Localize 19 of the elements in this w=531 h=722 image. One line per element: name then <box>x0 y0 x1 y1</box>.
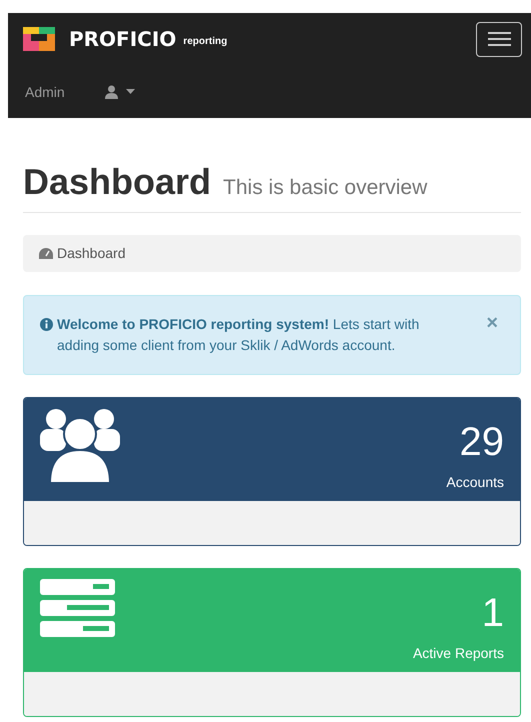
brand-name[interactable]: PROFICIO <box>69 27 176 51</box>
list-icon <box>40 578 115 637</box>
caret-icon[interactable] <box>126 89 135 94</box>
page-subtitle: This is basic overview <box>223 176 428 200</box>
info-icon <box>40 318 53 331</box>
brand-subtitle: reporting <box>183 36 228 46</box>
stat-label: Active Reports <box>412 644 504 661</box>
breadcrumb-item[interactable]: Dashboard <box>57 245 126 262</box>
dashboard-gauge-icon <box>39 248 53 259</box>
users-icon <box>40 408 120 483</box>
logo-icon <box>23 27 55 51</box>
admin-link[interactable]: Admin <box>25 84 65 100</box>
menu-button[interactable] <box>476 22 522 56</box>
alert-message: Welcome to PROFICIO reporting system! Lets start with adding some client from your Sklik / AdWords account. <box>57 314 420 355</box>
stat-value: 1 <box>482 592 504 633</box>
page-title: Dashboard <box>23 162 212 202</box>
stat-value: 29 <box>460 422 504 462</box>
user-icon[interactable] <box>104 84 118 98</box>
stat-label: Accounts <box>446 474 504 490</box>
